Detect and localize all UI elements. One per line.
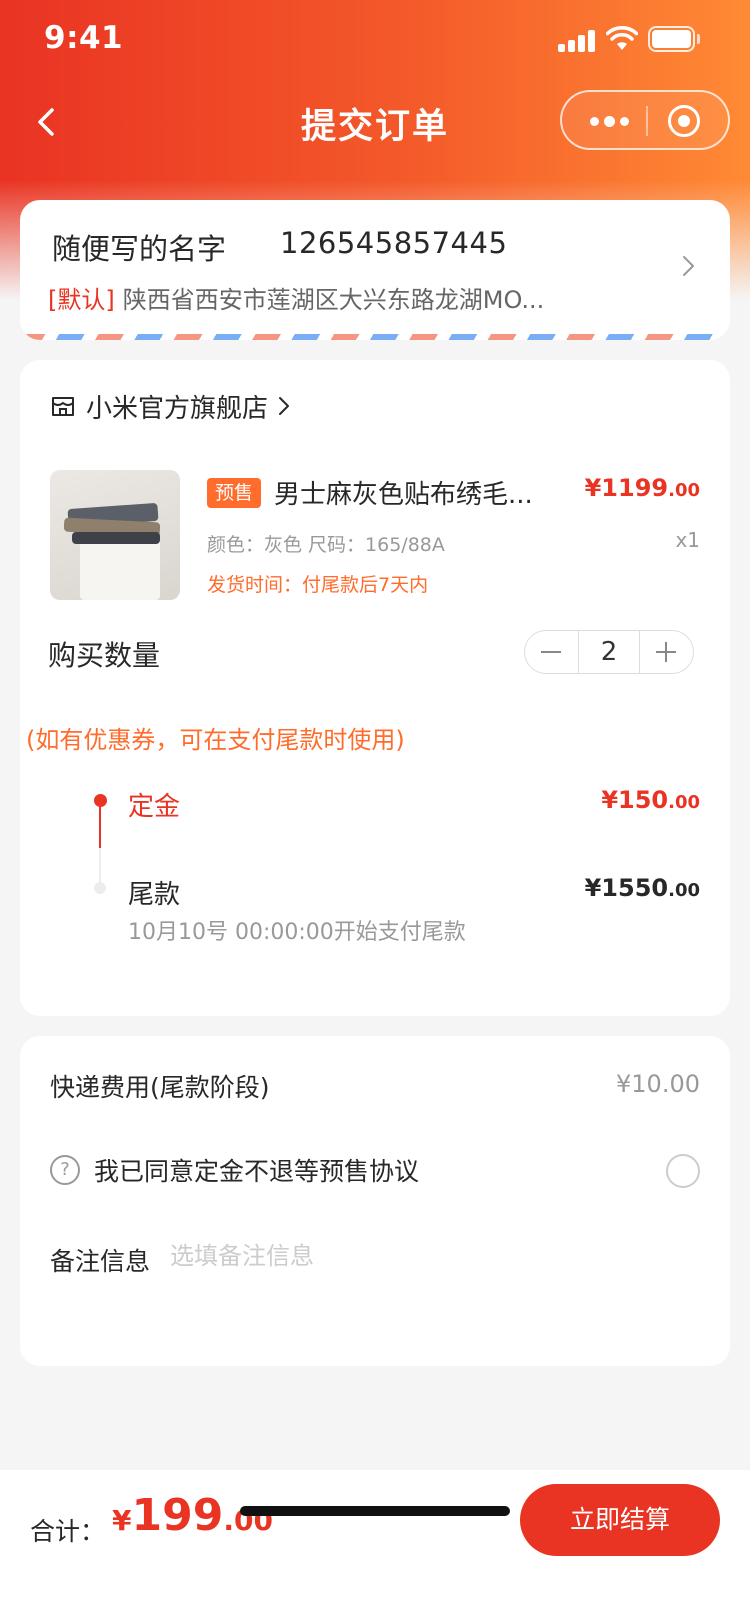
- recipient-name: 随便写的名字: [52, 232, 227, 266]
- wifi-icon: [606, 26, 638, 50]
- status-bar: 9:41: [0, 0, 750, 84]
- capsule-divider: [646, 106, 648, 136]
- deposit-price: ¥150.00: [601, 786, 700, 814]
- address-line: [默认] 陕西省西安市莲湖区大兴东路龙湖MO...: [48, 280, 544, 315]
- total-label: 合计：: [30, 1517, 106, 1546]
- help-icon[interactable]: ?: [50, 1155, 80, 1185]
- ship-time: 发货时间：付尾款后7天内: [207, 574, 429, 596]
- note-label: 备注信息: [50, 1247, 151, 1276]
- shipping-fee-label: 快递费用(尾款阶段): [50, 1073, 270, 1102]
- agreement-text: 我已同意定金不退等预售协议: [94, 1157, 420, 1186]
- store-icon: [52, 397, 74, 416]
- default-tag: [默认]: [48, 286, 115, 314]
- store-row[interactable]: 小米官方旗舰店: [50, 388, 294, 424]
- timeline-line: [99, 848, 101, 884]
- quantity-label: 购买数量: [48, 639, 161, 672]
- target-icon[interactable]: [668, 105, 700, 137]
- agreement-row: ? 我已同意定金不退等预售协议: [50, 1152, 419, 1188]
- quantity-value[interactable]: 2: [578, 631, 640, 673]
- quantity-stepper: 2: [524, 630, 694, 674]
- minus-icon[interactable]: [525, 631, 578, 673]
- product-price: ¥1199.00: [584, 474, 700, 502]
- timeline-dot: [94, 882, 106, 894]
- product-card: 小米官方旗舰店 预售 男士麻灰色贴布绣毛... ¥1199.00 颜色：灰色 尺…: [20, 360, 730, 1016]
- battery-icon: [648, 26, 700, 52]
- more-dots-icon[interactable]: [590, 114, 630, 130]
- balance-start-time: 10月10号 00:00:00开始支付尾款: [128, 920, 466, 945]
- balance-price: ¥1550.00: [584, 874, 700, 902]
- product-attributes: 颜色：灰色 尺码：165/88A: [207, 534, 445, 556]
- coupon-note: (如有优惠券，可在支付尾款时使用): [26, 726, 405, 754]
- recipient-phone: 126545857445: [280, 226, 508, 260]
- product-quantity: x1: [675, 528, 700, 552]
- shipping-fee-value: ¥10.00: [616, 1070, 700, 1098]
- deposit-label: 定金: [128, 792, 181, 822]
- address-card[interactable]: 随便写的名字 126545857445 [默认] 陕西省西安市莲湖区大兴东路龙湖M…: [20, 200, 730, 340]
- bottom-bar: 合计： ¥199.00 立即结算: [0, 1470, 750, 1624]
- status-time: 9:41: [44, 20, 124, 56]
- timeline-line-active: [99, 806, 101, 848]
- store-name: 小米官方旗舰店: [86, 393, 269, 424]
- signal-icon: [558, 28, 598, 52]
- nav-bar: 提交订单: [0, 84, 750, 160]
- checkout-button[interactable]: 立即结算: [520, 1484, 720, 1556]
- timeline-dot-active: [94, 794, 107, 807]
- note-input[interactable]: [170, 1236, 670, 1276]
- mini-program-capsule: [560, 90, 730, 150]
- chevron-right-icon[interactable]: [676, 254, 700, 278]
- product-name: 男士麻灰色贴布绣毛...: [274, 480, 533, 510]
- airmail-border: [20, 334, 730, 340]
- plus-icon[interactable]: [640, 631, 693, 673]
- chevron-right-icon: [279, 397, 290, 415]
- presale-badge: 预售: [207, 478, 262, 508]
- home-indicator: [240, 1506, 510, 1516]
- agreement-checkbox[interactable]: [666, 1154, 700, 1188]
- product-image[interactable]: [50, 470, 180, 600]
- balance-label: 尾款: [128, 880, 181, 910]
- extra-info-card: 快递费用(尾款阶段) ¥10.00 ? 我已同意定金不退等预售协议 备注信息: [20, 1036, 730, 1366]
- address-detail: 陕西省西安市莲湖区大兴东路龙湖MO...: [122, 286, 545, 314]
